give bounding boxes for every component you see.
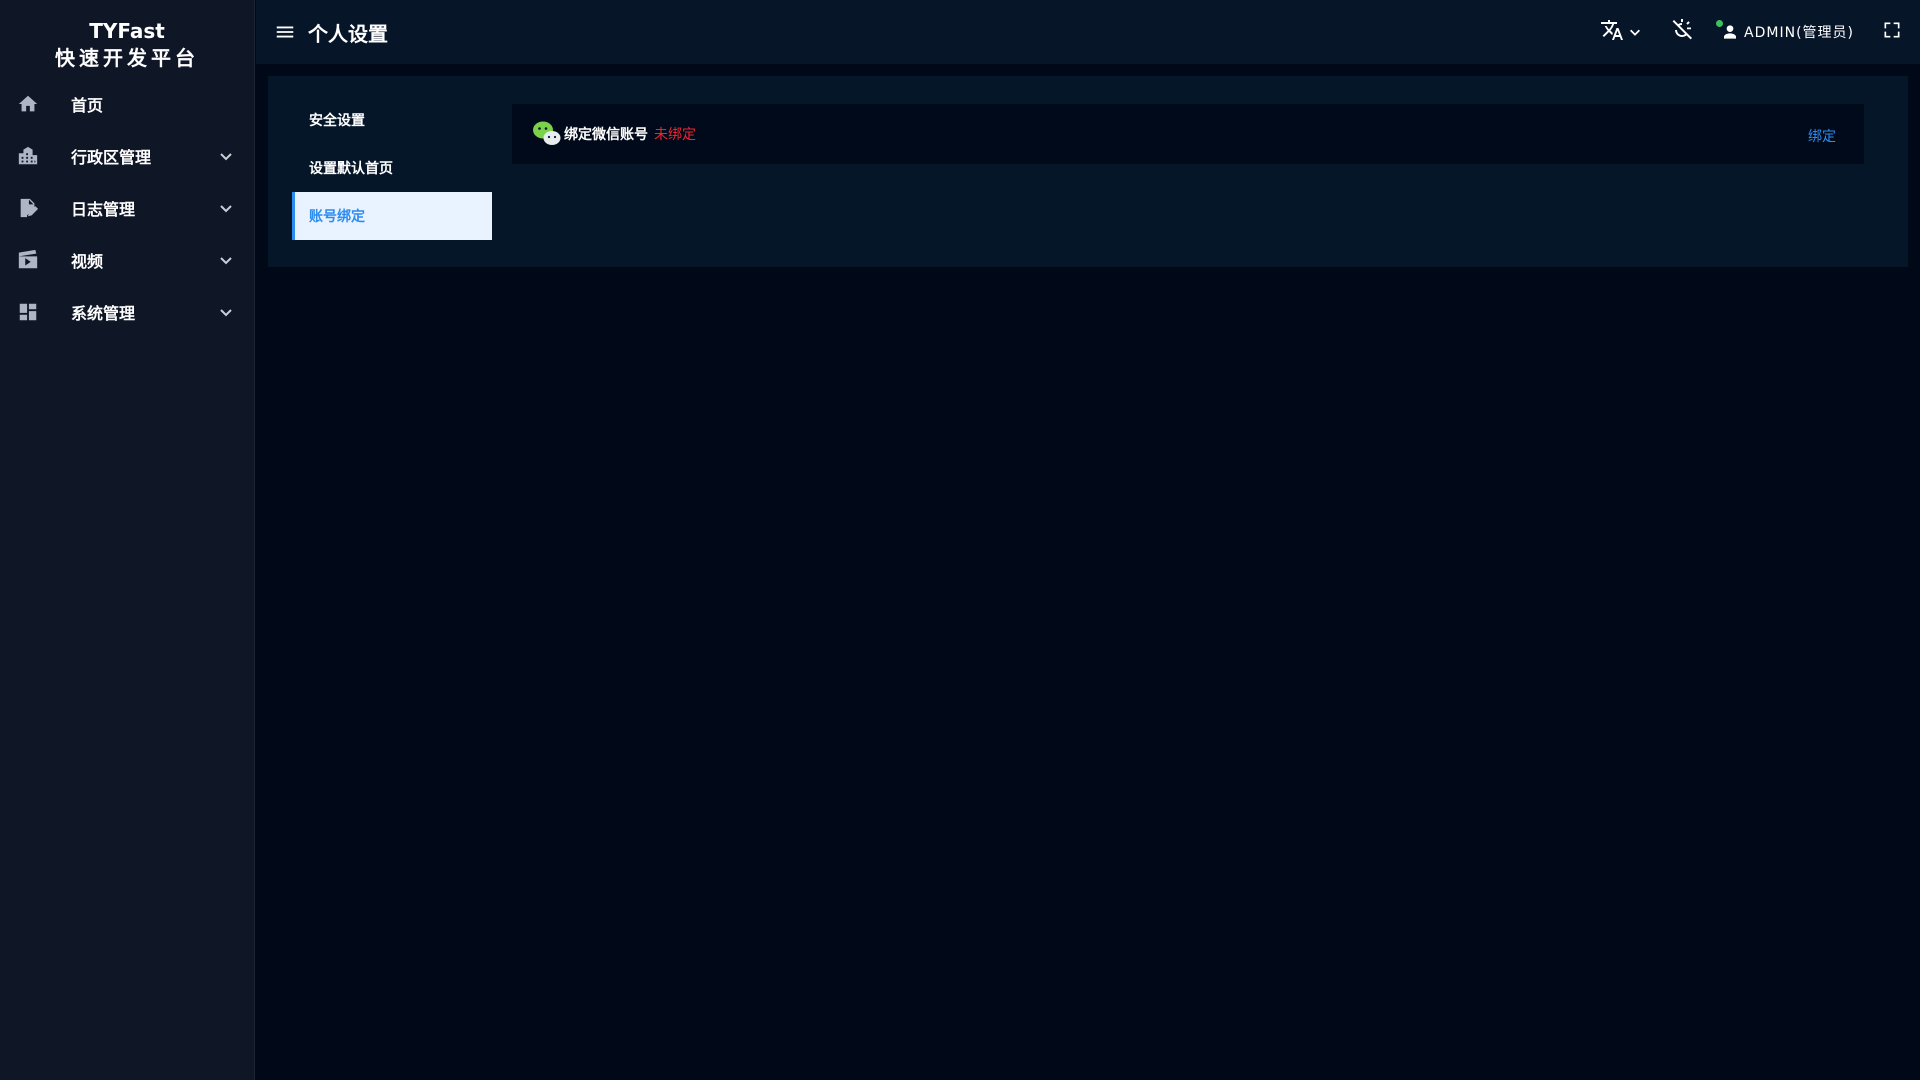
sidebar-item-home[interactable]: 首页 [0,78,254,130]
dashboard-icon [17,301,39,323]
home-icon [17,93,39,115]
brand-logo: TYFast 快速开发平台 [0,0,254,78]
top-bar: 个人设置 ADMIN(管理员) [256,0,1920,64]
settings-panel: 安全设置 设置默认首页 账号绑定 绑定微信账号 未绑定 绑定 [268,76,1908,267]
wechat-binding-title: 绑定微信账号 [564,127,648,143]
menu-icon[interactable] [274,21,296,43]
sidebar-item-video[interactable]: 视频 [0,234,254,286]
brand-name: TYFast [89,19,165,43]
tab-default-home[interactable]: 设置默认首页 [292,144,492,192]
theme-toggle-button[interactable] [1670,18,1694,46]
sidebar-menu: 首页 行政区管理 日志管理 视频 系统管理 [0,78,254,338]
page-title: 个人设置 [308,21,388,46]
translate-icon [1600,18,1624,46]
chevron-down-icon [1628,25,1642,39]
bind-button[interactable]: 绑定 [1808,126,1836,146]
sidebar-item-label: 视频 [71,252,104,271]
tab-security[interactable]: 安全设置 [292,96,492,144]
top-bar-actions: ADMIN(管理员) [1600,0,1920,64]
wechat-binding-row: 绑定微信账号 未绑定 绑定 [512,104,1864,164]
chevron-down-icon [218,200,234,216]
user-menu[interactable]: ADMIN(管理员) [1716,20,1854,42]
clapperboard-icon [17,249,39,271]
brand-subtitle: 快速开发平台 [55,46,199,70]
language-switcher[interactable] [1600,18,1642,46]
chevron-down-icon [218,148,234,164]
fullscreen-button[interactable] [1882,20,1902,44]
user-name: ADMIN(管理员) [1744,25,1854,41]
settings-nav: 安全设置 设置默认首页 账号绑定 [292,96,492,240]
chevron-down-icon [218,252,234,268]
chevron-down-icon [218,304,234,320]
user-icon [1722,24,1738,40]
sidebar-item-label: 日志管理 [71,200,136,219]
wechat-icon [532,120,562,148]
document-edit-icon [17,197,39,219]
theme-icon [1670,18,1694,46]
sidebar-item-label: 首页 [71,96,104,115]
fullscreen-icon [1882,20,1902,44]
building-icon [17,145,39,167]
sidebar-item-label: 系统管理 [71,304,136,323]
sidebar-item-label: 行政区管理 [71,148,152,167]
online-status-dot [1716,20,1724,27]
tab-account-binding[interactable]: 账号绑定 [292,192,492,240]
sidebar: TYFast 快速开发平台 首页 行政区管理 日志管理 视频 系统管理 [0,0,255,1080]
sidebar-item-district[interactable]: 行政区管理 [0,130,254,182]
sidebar-item-system[interactable]: 系统管理 [0,286,254,338]
binding-status: 未绑定 [654,127,696,143]
sidebar-item-logs[interactable]: 日志管理 [0,182,254,234]
